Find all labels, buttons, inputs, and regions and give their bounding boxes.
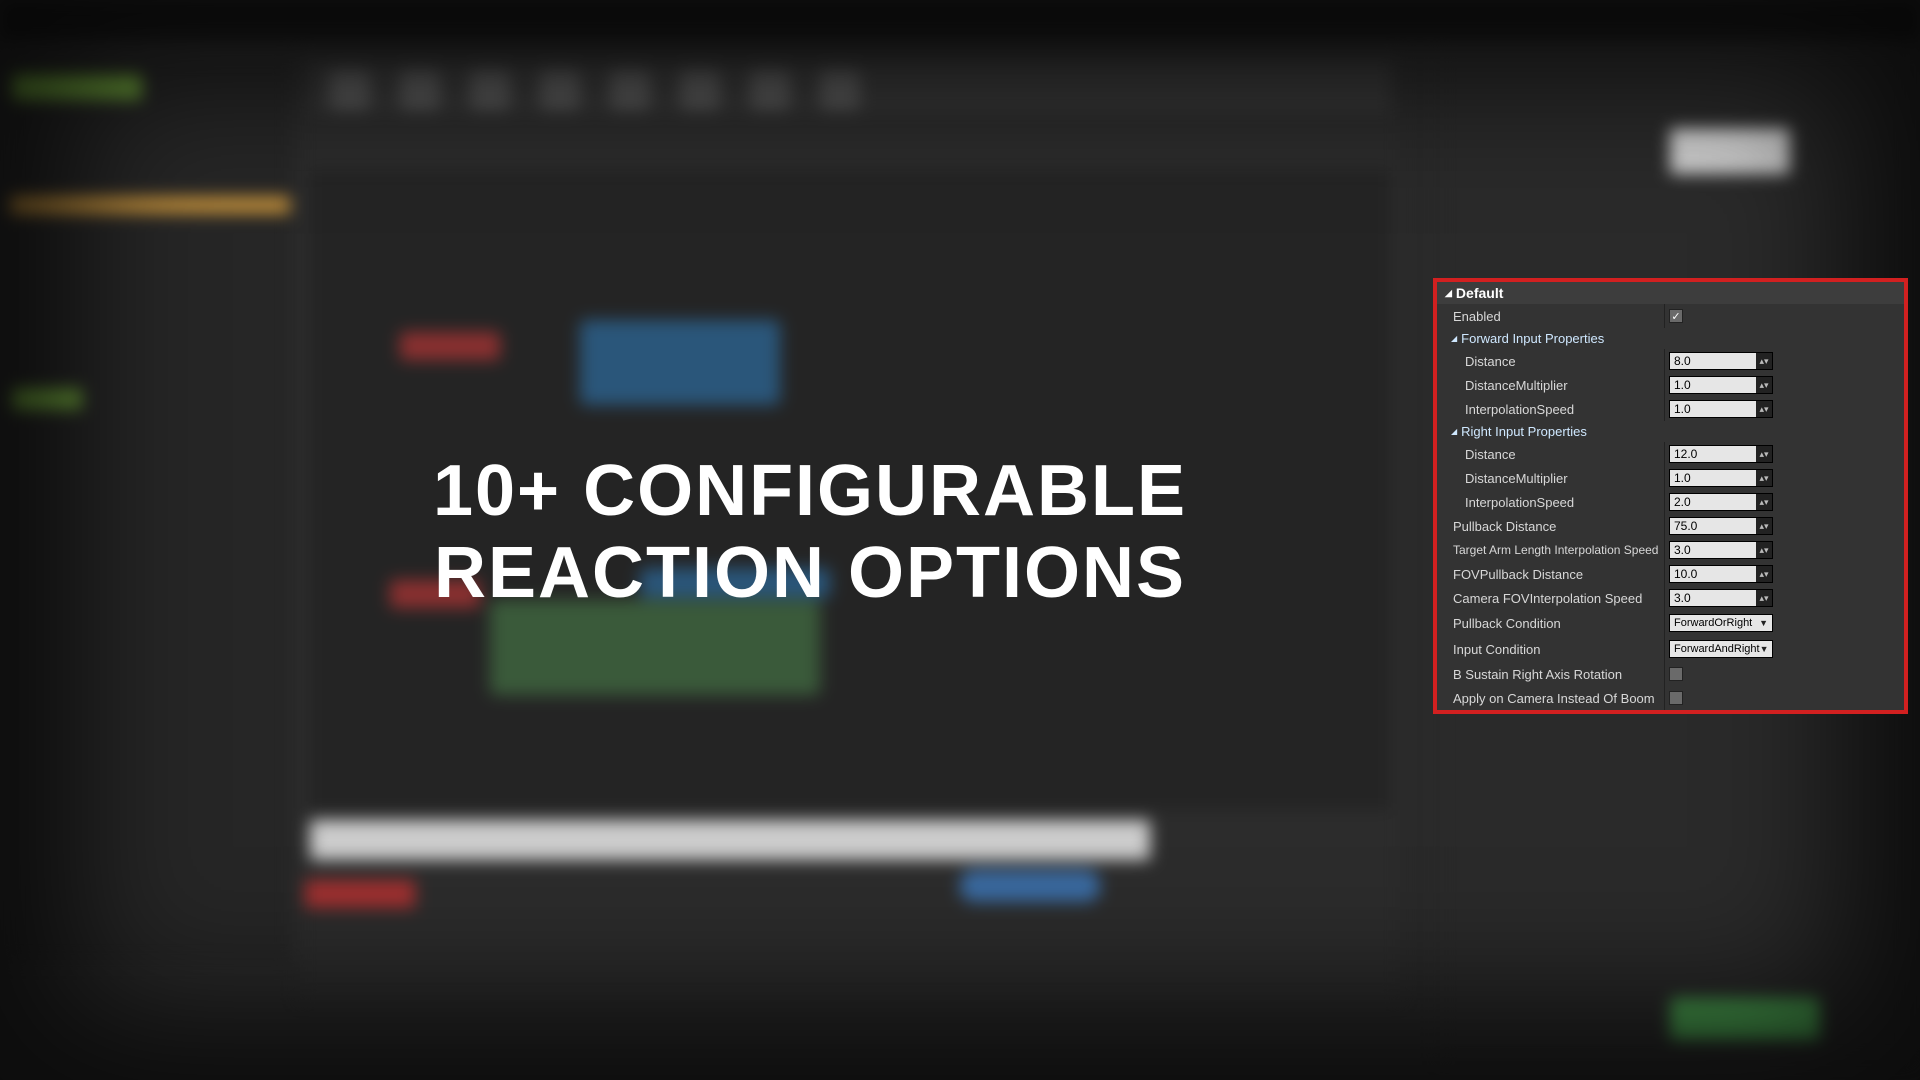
value-pullback-distance: 75.0 <box>1670 519 1756 533</box>
label-fwd-interp: InterpolationSpeed <box>1437 397 1665 421</box>
input-target-arm[interactable]: 3.0 ▴▾ <box>1669 541 1773 559</box>
value-right-multiplier: 1.0 <box>1670 471 1756 485</box>
row-right-multiplier: DistanceMultiplier 1.0 ▴▾ <box>1437 466 1904 490</box>
row-sustain: B Sustain Right Axis Rotation <box>1437 662 1904 686</box>
row-fwd-interp: InterpolationSpeed 1.0 ▴▾ <box>1437 397 1904 421</box>
label-sustain: B Sustain Right Axis Rotation <box>1437 662 1665 686</box>
spinner-icon[interactable]: ▴▾ <box>1756 401 1772 417</box>
label-fwd-distance: Distance <box>1437 349 1665 373</box>
value-fwd-interp: 1.0 <box>1670 402 1756 416</box>
dropdown-input-condition[interactable]: ForwardAndRight <box>1669 640 1773 658</box>
input-fwd-interp[interactable]: 1.0 ▴▾ <box>1669 400 1773 418</box>
row-pullback-condition: Pullback Condition ForwardOrRight <box>1437 610 1904 636</box>
dropdown-pullback-condition[interactable]: ForwardOrRight <box>1669 614 1773 632</box>
right-input-label: Right Input Properties <box>1461 424 1587 439</box>
spinner-icon[interactable]: ▴▾ <box>1756 518 1772 534</box>
row-camera-fov: Camera FOVInterpolation Speed 3.0 ▴▾ <box>1437 586 1904 610</box>
checkbox-sustain[interactable] <box>1669 667 1683 681</box>
row-pullback-distance: Pullback Distance 75.0 ▴▾ <box>1437 514 1904 538</box>
input-pullback-distance[interactable]: 75.0 ▴▾ <box>1669 517 1773 535</box>
value-camera-fov: 3.0 <box>1670 591 1756 605</box>
label-camera-fov: Camera FOVInterpolation Speed <box>1437 586 1665 610</box>
row-enabled: Enabled <box>1437 304 1904 328</box>
spinner-icon[interactable]: ▴▾ <box>1756 494 1772 510</box>
row-apply-camera: Apply on Camera Instead Of Boom <box>1437 686 1904 710</box>
row-fwd-distance: Distance 8.0 ▴▾ <box>1437 349 1904 373</box>
marketing-title: 10+ Configurable Reaction Options <box>350 450 1270 614</box>
checkbox-enabled[interactable] <box>1669 309 1683 323</box>
value-target-arm: 3.0 <box>1670 543 1756 557</box>
input-camera-fov[interactable]: 3.0 ▴▾ <box>1669 589 1773 607</box>
spinner-icon[interactable]: ▴▾ <box>1756 590 1772 606</box>
row-fwd-multiplier: DistanceMultiplier 1.0 ▴▾ <box>1437 373 1904 397</box>
value-fov-pullback: 10.0 <box>1670 567 1756 581</box>
label-right-multiplier: DistanceMultiplier <box>1437 466 1665 490</box>
row-fov-pullback: FOVPullback Distance 10.0 ▴▾ <box>1437 562 1904 586</box>
label-fov-pullback: FOVPullback Distance <box>1437 562 1665 586</box>
label-fwd-multiplier: DistanceMultiplier <box>1437 373 1665 397</box>
spinner-icon[interactable]: ▴▾ <box>1756 566 1772 582</box>
input-fwd-multiplier[interactable]: 1.0 ▴▾ <box>1669 376 1773 394</box>
input-right-interp[interactable]: 2.0 ▴▾ <box>1669 493 1773 511</box>
checkbox-apply-camera[interactable] <box>1669 691 1683 705</box>
label-target-arm: Target Arm Length Interpolation Speed <box>1437 538 1665 562</box>
spinner-icon[interactable]: ▴▾ <box>1756 542 1772 558</box>
value-right-interp: 2.0 <box>1670 495 1756 509</box>
section-default-label: Default <box>1456 285 1503 301</box>
label-apply-camera: Apply on Camera Instead Of Boom <box>1437 686 1665 710</box>
value-fwd-multiplier: 1.0 <box>1670 378 1756 392</box>
label-input-condition: Input Condition <box>1437 636 1665 662</box>
label-right-interp: InterpolationSpeed <box>1437 490 1665 514</box>
input-right-distance[interactable]: 12.0 ▴▾ <box>1669 445 1773 463</box>
input-right-multiplier[interactable]: 1.0 ▴▾ <box>1669 469 1773 487</box>
section-default-header[interactable]: Default <box>1437 282 1904 304</box>
forward-input-label: Forward Input Properties <box>1461 331 1604 346</box>
right-input-header[interactable]: Right Input Properties <box>1437 421 1904 442</box>
input-fwd-distance[interactable]: 8.0 ▴▾ <box>1669 352 1773 370</box>
label-right-distance: Distance <box>1437 442 1665 466</box>
value-pullback-condition: ForwardOrRight <box>1674 617 1752 629</box>
row-right-distance: Distance 12.0 ▴▾ <box>1437 442 1904 466</box>
row-target-arm: Target Arm Length Interpolation Speed 3.… <box>1437 538 1904 562</box>
spinner-icon[interactable]: ▴▾ <box>1756 377 1772 393</box>
row-right-interp: InterpolationSpeed 2.0 ▴▾ <box>1437 490 1904 514</box>
label-enabled: Enabled <box>1437 304 1665 328</box>
label-pullback-condition: Pullback Condition <box>1437 610 1665 636</box>
spinner-icon[interactable]: ▴▾ <box>1756 353 1772 369</box>
forward-input-header[interactable]: Forward Input Properties <box>1437 328 1904 349</box>
label-pullback-distance: Pullback Distance <box>1437 514 1665 538</box>
input-fov-pullback[interactable]: 10.0 ▴▾ <box>1669 565 1773 583</box>
row-input-condition: Input Condition ForwardAndRight <box>1437 636 1904 662</box>
spinner-icon[interactable]: ▴▾ <box>1756 446 1772 462</box>
details-panel: Default Enabled Forward Input Properties… <box>1433 278 1908 714</box>
value-fwd-distance: 8.0 <box>1670 354 1756 368</box>
value-right-distance: 12.0 <box>1670 447 1756 461</box>
value-input-condition: ForwardAndRight <box>1674 643 1760 655</box>
spinner-icon[interactable]: ▴▾ <box>1756 470 1772 486</box>
